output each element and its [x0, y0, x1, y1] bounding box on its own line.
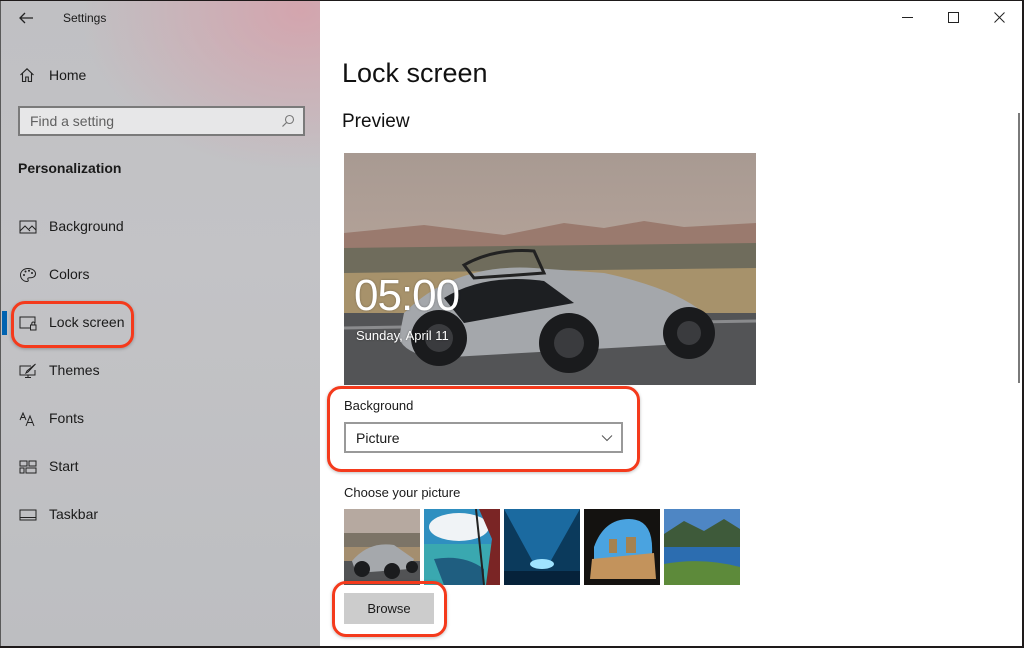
sea-thumbnail-image	[424, 509, 500, 585]
picture-icon	[19, 220, 37, 234]
thumbnail-beach-cave[interactable]	[584, 509, 660, 585]
home-label: Home	[49, 67, 87, 83]
preview-image	[344, 153, 756, 385]
preview-date: Sunday, April 11	[356, 328, 449, 343]
background-dropdown-value: Picture	[356, 429, 400, 446]
close-button[interactable]	[976, 1, 1022, 33]
palette-icon	[19, 267, 37, 283]
lake-thumbnail-image	[664, 509, 740, 585]
sidebar-item-background[interactable]: Background	[1, 203, 321, 251]
home-icon	[20, 68, 34, 83]
thumbnail-car[interactable]	[344, 509, 420, 585]
section-title: Personalization	[18, 160, 122, 176]
start-icon	[19, 460, 37, 474]
maximize-button[interactable]	[930, 1, 976, 33]
main-content: Lock screen Preview 05:00 Sunday, April …	[320, 1, 1022, 646]
scrollbar-thumb[interactable]	[1018, 113, 1020, 383]
sidebar-item-label: Colors	[49, 266, 90, 282]
sidebar-item-lock-screen[interactable]: Lock screen	[1, 299, 321, 347]
sidebar-item-label: Fonts	[49, 410, 85, 426]
sidebar-item-fonts[interactable]: Fonts	[1, 395, 321, 443]
themes-icon	[19, 363, 36, 378]
browse-button[interactable]: Browse	[344, 593, 434, 624]
lock-screen-preview: 05:00 Sunday, April 11	[344, 153, 756, 385]
thumbnail-sea[interactable]	[424, 509, 500, 585]
sidebar-item-themes[interactable]: Themes	[1, 347, 321, 395]
search-icon[interactable]	[281, 114, 295, 128]
back-arrow-icon[interactable]	[17, 9, 35, 27]
sidebar-item-label: Taskbar	[49, 506, 99, 522]
taskbar-icon	[19, 509, 37, 521]
choose-picture-label: Choose your picture	[344, 485, 461, 500]
sidebar-item-label: Start	[49, 458, 79, 474]
app-title: Settings	[63, 11, 107, 25]
minimize-icon	[901, 16, 913, 18]
picture-thumbnails	[344, 509, 740, 585]
sidebar-item-start[interactable]: Start	[1, 443, 321, 491]
car-thumbnail-image	[344, 509, 420, 585]
lock-screen-icon	[19, 316, 37, 331]
chevron-down-icon	[601, 435, 613, 442]
caption-buttons	[884, 1, 1022, 33]
ice-cave-thumbnail-image	[504, 509, 580, 585]
sidebar: Settings Home Personalization Backgroun	[0, 1, 320, 646]
background-label: Background	[344, 398, 414, 413]
page-title: Lock screen	[342, 58, 488, 88]
title-bar: Settings	[1, 1, 320, 35]
beach-cave-thumbnail-image	[584, 509, 660, 585]
sidebar-item-label: Themes	[49, 362, 100, 378]
sidebar-item-label: Lock screen	[49, 314, 125, 330]
fonts-icon	[19, 411, 35, 427]
settings-window: Settings Home Personalization Backgroun	[0, 1, 1022, 646]
sidebar-nav: Background Colors Lock screen Themes Fon…	[1, 203, 321, 539]
preview-time: 05:00	[354, 271, 460, 320]
home-link[interactable]: Home	[19, 65, 86, 85]
sidebar-item-colors[interactable]: Colors	[1, 251, 321, 299]
maximize-icon	[947, 11, 959, 23]
background-dropdown[interactable]: Picture	[344, 422, 623, 453]
sidebar-item-taskbar[interactable]: Taskbar	[1, 491, 321, 539]
thumbnail-ice-cave[interactable]	[504, 509, 580, 585]
search-input[interactable]	[20, 108, 270, 134]
search-box[interactable]	[18, 106, 305, 136]
preview-heading: Preview	[342, 111, 410, 132]
minimize-button[interactable]	[884, 1, 930, 33]
thumbnail-lake[interactable]	[664, 509, 740, 585]
sidebar-item-label: Background	[49, 218, 124, 234]
close-icon	[993, 11, 1005, 23]
